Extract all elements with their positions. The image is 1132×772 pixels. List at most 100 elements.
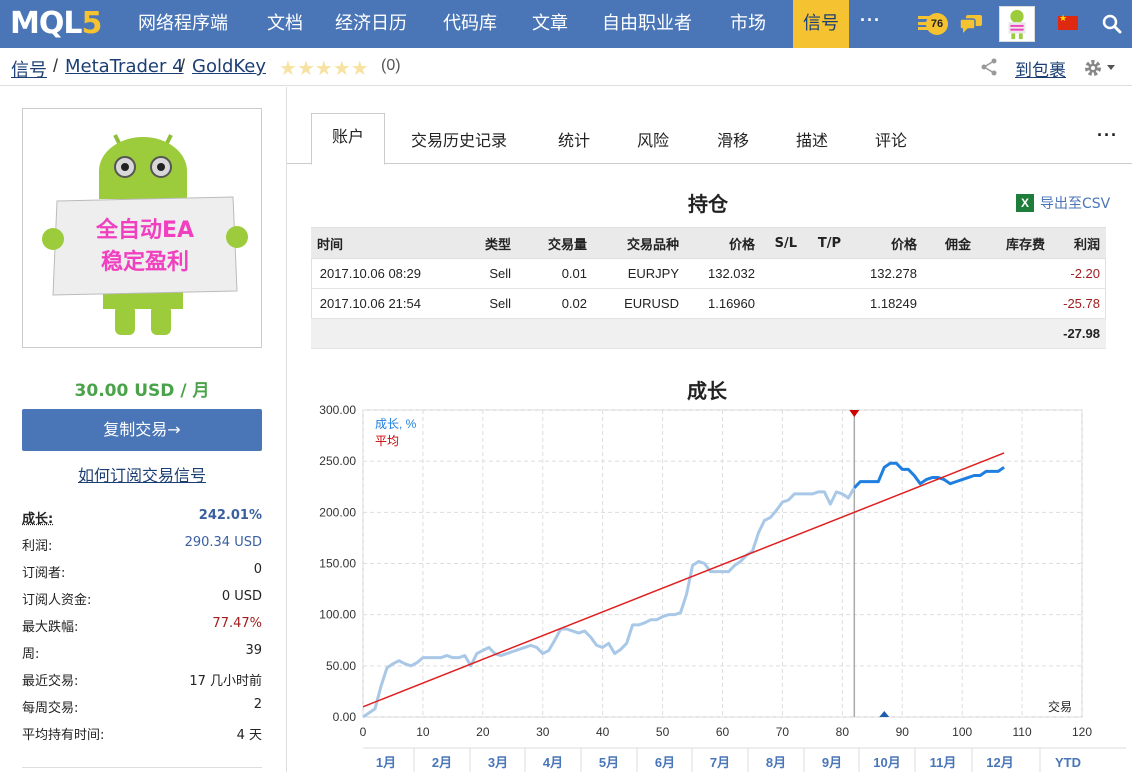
stat-value: 242.01% <box>198 508 262 523</box>
star-icon: ★ <box>314 58 333 80</box>
column-header[interactable]: 交易量 <box>513 227 587 259</box>
tabs-more-button[interactable]: ··· <box>1097 125 1118 146</box>
column-header[interactable]: T/P <box>797 227 841 259</box>
tab-account[interactable]: 账户 <box>311 113 385 165</box>
month-label[interactable]: 5月 <box>599 755 619 770</box>
x-tick-label: 10 <box>416 725 430 739</box>
column-header[interactable]: 佣金 <box>917 227 971 259</box>
table-cell: Sell <box>421 258 513 289</box>
month-label[interactable]: 11月 <box>930 755 957 770</box>
nav-item-signals[interactable]: 信号 <box>793 0 849 48</box>
table-cell: EURJPY <box>587 258 679 289</box>
rating-stars[interactable]: ★★★★★ <box>279 56 369 81</box>
x-tick-label: 60 <box>716 725 730 739</box>
breadcrumb-goldkey[interactable]: GoldKey <box>192 56 266 77</box>
tab-slippage[interactable]: 滑移 <box>717 127 749 151</box>
divider <box>22 767 262 768</box>
x-tick-label: 20 <box>476 725 490 739</box>
column-header[interactable]: 时间 <box>311 227 421 259</box>
table-cell <box>797 258 841 289</box>
search-icon[interactable] <box>1102 14 1122 34</box>
breadcrumb-signals[interactable]: 信号 <box>11 56 47 82</box>
tab-trade-history[interactable]: 交易历史记录 <box>411 127 507 151</box>
subscription-price: 30.00 USD / 月 <box>74 381 210 401</box>
positions-table: 时间 类型 交易量 交易品种 价格 S/L T/P 价格 佣金 库存费 利润 2… <box>311 227 1106 349</box>
excel-icon[interactable]: X <box>1016 194 1034 212</box>
column-header[interactable]: 类型 <box>421 227 513 259</box>
column-header[interactable]: S/L <box>755 227 797 259</box>
stat-label: 利润: <box>22 539 53 554</box>
gear-icon[interactable] <box>1084 59 1102 77</box>
month-label[interactable]: YTD <box>1055 755 1081 770</box>
signal-tabs: 账户 交易历史记录 统计 风险 滑移 描述 评论 ··· <box>287 87 1132 165</box>
month-label[interactable]: 12月 <box>986 755 1013 770</box>
stat-label[interactable]: 成长: <box>22 508 53 527</box>
star-icon: ★ <box>296 58 315 80</box>
notifications-button[interactable]: 76 <box>918 12 948 36</box>
chat-icon[interactable] <box>960 15 982 33</box>
column-header[interactable]: 库存费 <box>971 227 1045 259</box>
month-label[interactable]: 9月 <box>822 755 842 770</box>
column-header[interactable]: 利润 <box>1045 227 1106 259</box>
stat-value: 2 <box>253 697 262 712</box>
stat-row: 订阅人资金: 0 USD <box>22 589 262 616</box>
copy-trades-button[interactable]: 复制交易→ <box>22 409 262 451</box>
table-row: 2017.10.06 21:54 Sell 0.02 EURUSD 1.16960 1.1… <box>311 288 1106 319</box>
share-icon[interactable] <box>980 58 998 76</box>
month-label[interactable]: 4月 <box>543 755 563 770</box>
month-label[interactable]: 10月 <box>873 755 900 770</box>
nav-item-articles[interactable]: 文章 <box>532 0 568 48</box>
month-label[interactable]: 8月 <box>766 755 786 770</box>
month-label[interactable]: 2月 <box>432 755 452 770</box>
y-tick-label: 0.00 <box>333 710 357 724</box>
table-cell <box>841 318 917 349</box>
sign-line-2: 稳定盈利 <box>101 249 189 275</box>
month-label[interactable]: 1月 <box>376 755 396 770</box>
tab-reviews[interactable]: 评论 <box>875 127 907 151</box>
tab-description[interactable]: 描述 <box>796 127 828 151</box>
user-avatar[interactable] <box>999 6 1035 42</box>
x-tick-label: 30 <box>536 725 550 739</box>
table-cell <box>679 318 755 349</box>
x-tick-label: 0 <box>360 725 367 739</box>
nav-item-calendar[interactable]: 经济日历 <box>335 0 407 48</box>
china-flag-icon[interactable] <box>1058 13 1078 30</box>
chevron-down-icon[interactable] <box>1107 65 1115 70</box>
tab-risks[interactable]: 风险 <box>637 127 669 151</box>
notification-count-badge: 76 <box>926 13 948 35</box>
column-header[interactable]: 交易品种 <box>587 227 679 259</box>
stat-row: 平均持有时间: 4 天 <box>22 724 262 751</box>
positions-title: 持仓 <box>688 192 728 216</box>
table-cell <box>587 318 679 349</box>
table-cell: Sell <box>421 288 513 319</box>
month-label[interactable]: 3月 <box>488 755 508 770</box>
growth-chart[interactable]: 0 10 20 30 40 50 60 70 80 90 100 110 120 0.00 50.00 100… <box>300 395 1132 772</box>
column-header[interactable]: 价格 <box>679 227 755 259</box>
nav-item-docs[interactable]: 文档 <box>267 0 303 48</box>
table-cell <box>917 318 971 349</box>
breadcrumb-mt4[interactable]: MetaTrader 4 <box>65 56 184 77</box>
month-label[interactable]: 7月 <box>710 755 730 770</box>
tab-statistics[interactable]: 统计 <box>558 127 590 151</box>
nav-item-terminal[interactable]: 网络程序端 <box>138 0 228 48</box>
nav-more-button[interactable]: ··· <box>860 10 881 31</box>
nav-item-market[interactable]: 市场 <box>730 0 766 48</box>
column-header[interactable]: 价格 <box>841 227 917 259</box>
stat-value: 0 USD <box>221 589 262 604</box>
table-cell <box>755 318 797 349</box>
table-cell: 2017.10.06 08:29 <box>311 258 421 289</box>
stat-row: 利润: 290.34 USD <box>22 535 262 562</box>
legend-growth: 成长, % <box>375 417 417 431</box>
stat-row: 最大跌幅: 77.47% <box>22 616 262 643</box>
how-to-subscribe-link[interactable]: 如何订阅交易信号 <box>22 462 262 486</box>
stat-label: 订阅人资金: <box>22 593 92 608</box>
month-label[interactable]: 6月 <box>655 755 675 770</box>
table-row: 2017.10.06 08:29 Sell 0.01 EURJPY 132.032 132… <box>311 258 1106 289</box>
mql5-logo[interactable]: MQL5 <box>10 6 102 41</box>
export-csv-link[interactable]: 导出至CSV <box>1040 193 1110 213</box>
table-cell <box>797 318 841 349</box>
add-to-cart-link[interactable]: 到包裹 <box>1015 56 1066 81</box>
nav-item-codebase[interactable]: 代码库 <box>443 0 497 48</box>
nav-item-freelance[interactable]: 自由职业者 <box>602 0 692 48</box>
table-cell <box>311 318 421 349</box>
